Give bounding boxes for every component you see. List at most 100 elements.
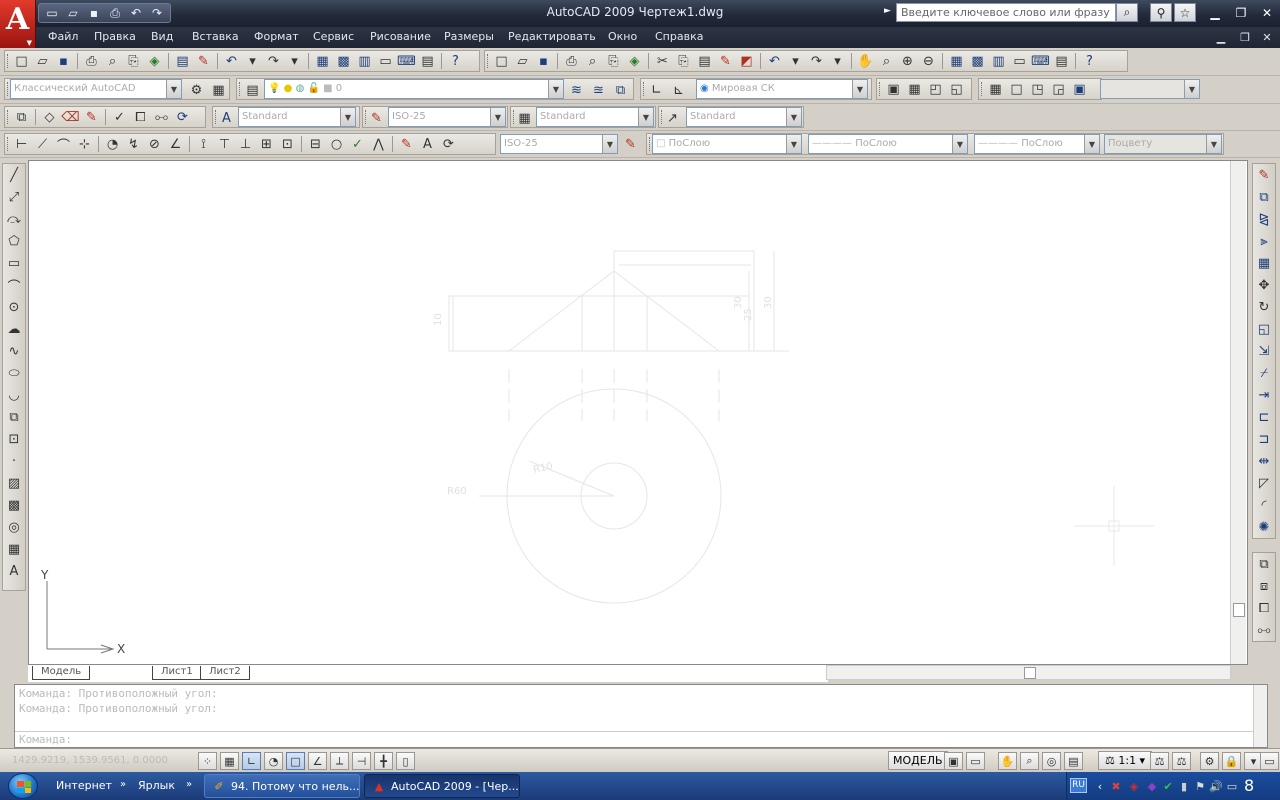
tool-palettes-icon[interactable]: ▥ bbox=[988, 51, 1009, 71]
zoom-realtime-icon[interactable]: ⌕ bbox=[876, 51, 897, 71]
convert-viewport-icon[interactable]: ◱ bbox=[946, 79, 967, 99]
send-to-back-icon[interactable]: ⧈ bbox=[1253, 575, 1275, 597]
scale-icon[interactable]: ◱ bbox=[1253, 318, 1275, 340]
layout-view-icon[interactable]: ▣ bbox=[944, 752, 963, 770]
bring-above-icon[interactable]: ⧠ bbox=[1253, 597, 1275, 619]
radius-dim-icon[interactable]: ◔ bbox=[102, 134, 123, 154]
table-style-icon[interactable]: ▦ bbox=[514, 108, 535, 128]
copy-icon[interactable]: ⎘ bbox=[673, 51, 694, 71]
named-views-icon[interactable]: ▦ bbox=[985, 79, 1006, 99]
ellipse-arc-icon[interactable]: ◡ bbox=[3, 384, 25, 406]
trim-icon[interactable]: ⌿ bbox=[1253, 362, 1275, 384]
menu-file[interactable]: Файл bbox=[48, 30, 78, 43]
plot-icon[interactable]: ⎙ bbox=[561, 51, 582, 71]
restore-button[interactable]: ❐ bbox=[1230, 4, 1252, 22]
linear-dim-icon[interactable]: ⊢ bbox=[11, 134, 32, 154]
draw-order-icon[interactable]: ⧉ bbox=[11, 107, 32, 127]
design-center-icon[interactable]: ▩ bbox=[967, 51, 988, 71]
redo-dropdown-icon[interactable]: ▾ bbox=[827, 51, 848, 71]
mtext-icon[interactable]: A bbox=[3, 560, 25, 582]
menu-tools[interactable]: Сервис bbox=[313, 30, 354, 43]
doc-close-button[interactable]: ✕ bbox=[1258, 30, 1276, 45]
model-space-button[interactable]: МОДЕЛЬ bbox=[888, 751, 948, 770]
color-select[interactable]: □ ПоСлою ▼ bbox=[652, 134, 802, 154]
chevron-right-icon[interactable]: » bbox=[120, 779, 126, 790]
inspect-icon[interactable]: ✓ bbox=[347, 134, 368, 154]
zoom-window-icon[interactable]: ⊕ bbox=[897, 51, 918, 71]
stretch-icon[interactable]: ⇲ bbox=[1253, 340, 1275, 362]
dim-space-icon[interactable]: ⊞ bbox=[256, 134, 277, 154]
mirror-icon[interactable]: ⧎ bbox=[1253, 208, 1275, 230]
3d-dwf-icon[interactable]: ◈ bbox=[624, 51, 645, 71]
arc-length-icon[interactable]: ⌒ bbox=[53, 134, 74, 154]
send-under-icon[interactable]: ⧟ bbox=[1253, 619, 1275, 641]
menu-dimension[interactable]: Размеры bbox=[444, 30, 494, 43]
explode-icon[interactable]: ✺ bbox=[1253, 516, 1275, 538]
viewport-dialog-icon[interactable]: ▣ bbox=[883, 79, 904, 99]
steering-wheel-icon[interactable]: ◎ bbox=[1042, 752, 1061, 770]
display-icon[interactable]: ▭ bbox=[1224, 778, 1240, 794]
chamfer-icon[interactable]: ◸ bbox=[1253, 472, 1275, 494]
fillet-icon[interactable]: ◜ bbox=[1253, 494, 1275, 516]
gradient-icon[interactable]: ▩ bbox=[3, 494, 25, 516]
move-icon[interactable]: ✥ bbox=[1253, 274, 1275, 296]
viewport-scale-select[interactable]: ▼ bbox=[1100, 79, 1200, 99]
dim-style-manager-icon[interactable]: ✎ bbox=[620, 134, 641, 154]
menu-view[interactable]: Вид bbox=[151, 30, 173, 43]
region-icon[interactable]: ◇ bbox=[39, 107, 60, 127]
dim-text-edit-icon[interactable]: A bbox=[417, 134, 438, 154]
aligned-dim-icon[interactable]: ⟋ bbox=[32, 134, 53, 154]
spline-icon[interactable]: ∿ bbox=[3, 340, 25, 362]
ellipse-icon[interactable]: ⬭ bbox=[3, 362, 25, 384]
ortho-mode-icon[interactable]: ∟ bbox=[242, 752, 261, 770]
publish-icon[interactable]: ⎘ bbox=[123, 51, 144, 71]
auto-scale-icon[interactable]: ⚖ bbox=[1172, 752, 1191, 770]
table-style-select[interactable]: Standard ▼ bbox=[536, 107, 654, 127]
osnap-tracking-icon[interactable]: ∠ bbox=[308, 752, 327, 770]
etransmit-icon[interactable]: ▤ bbox=[172, 51, 193, 71]
open-file-icon[interactable]: ▱ bbox=[63, 5, 83, 21]
command-prompt[interactable]: Команда: bbox=[15, 731, 1267, 747]
menu-window[interactable]: Окно bbox=[608, 30, 637, 43]
publish-icon[interactable]: ⎘ bbox=[603, 51, 624, 71]
named-ucs-icon[interactable]: ⊾ bbox=[668, 80, 689, 100]
baseline-dim-icon[interactable]: ⊤ bbox=[214, 134, 235, 154]
tool-palettes-icon[interactable]: ▥ bbox=[354, 51, 375, 71]
calculator-icon[interactable]: ▤ bbox=[417, 51, 438, 71]
text-style-icon[interactable]: A bbox=[216, 108, 237, 128]
rectangle-icon[interactable]: ▭ bbox=[3, 252, 25, 274]
menu-help[interactable]: Справка bbox=[655, 30, 703, 43]
ucs-icon[interactable]: ∟ bbox=[646, 80, 667, 100]
plot-icon[interactable]: ⎙ bbox=[81, 51, 102, 71]
workspace-select[interactable]: Классический AutoCAD ▼ bbox=[10, 79, 182, 99]
bring-to-front-icon[interactable]: ⧉ bbox=[1253, 553, 1275, 575]
bottom-view-icon[interactable]: ◳ bbox=[1027, 79, 1048, 99]
toolbar-shortcut[interactable]: Ярлык bbox=[138, 779, 175, 792]
security-icon[interactable]: ◈ bbox=[1126, 778, 1142, 794]
horizontal-scrollbar[interactable] bbox=[826, 665, 1231, 680]
annotation-scale-button[interactable]: ⚖ 1:1 ▾ bbox=[1098, 751, 1153, 770]
print-icon[interactable]: ⎙ bbox=[105, 5, 125, 21]
object-snap-icon[interactable]: □ bbox=[286, 752, 305, 770]
open-icon[interactable]: ▱ bbox=[32, 51, 53, 71]
undo-icon[interactable]: ↶ bbox=[221, 51, 242, 71]
tab-model[interactable]: Модель bbox=[32, 666, 91, 680]
right-view-icon[interactable]: ▣ bbox=[1069, 79, 1090, 99]
arc-icon[interactable]: ⌒ bbox=[3, 274, 25, 296]
layer-states-icon[interactable]: ⧉ bbox=[610, 80, 631, 100]
make-layer-current-icon[interactable]: ≋ bbox=[566, 80, 587, 100]
table-icon[interactable]: ▦ bbox=[3, 538, 25, 560]
angular-dim-icon[interactable]: ∠ bbox=[165, 134, 186, 154]
markup-manager-icon[interactable]: ⌨ bbox=[396, 51, 417, 71]
application-menu-button[interactable]: A ▼ bbox=[0, 0, 36, 48]
battery-icon[interactable]: ▮ bbox=[1176, 778, 1192, 794]
dim-break-icon[interactable]: ⊡ bbox=[277, 134, 298, 154]
zoom-icon[interactable]: ⌕ bbox=[1020, 752, 1039, 770]
flag-icon[interactable]: ⚑ bbox=[1192, 778, 1208, 794]
layer-select[interactable]: 💡 ● ◍ 🔓 ■ 0 ▼ bbox=[264, 79, 564, 99]
3d-dwf-icon[interactable]: ◈ bbox=[144, 51, 165, 71]
extend-icon[interactable]: ⇥ bbox=[1253, 384, 1275, 406]
insert-block-icon[interactable]: ⧉ bbox=[3, 406, 25, 428]
help-icon[interactable]: ? bbox=[1079, 51, 1100, 71]
single-viewport-icon[interactable]: ▦ bbox=[904, 79, 925, 99]
